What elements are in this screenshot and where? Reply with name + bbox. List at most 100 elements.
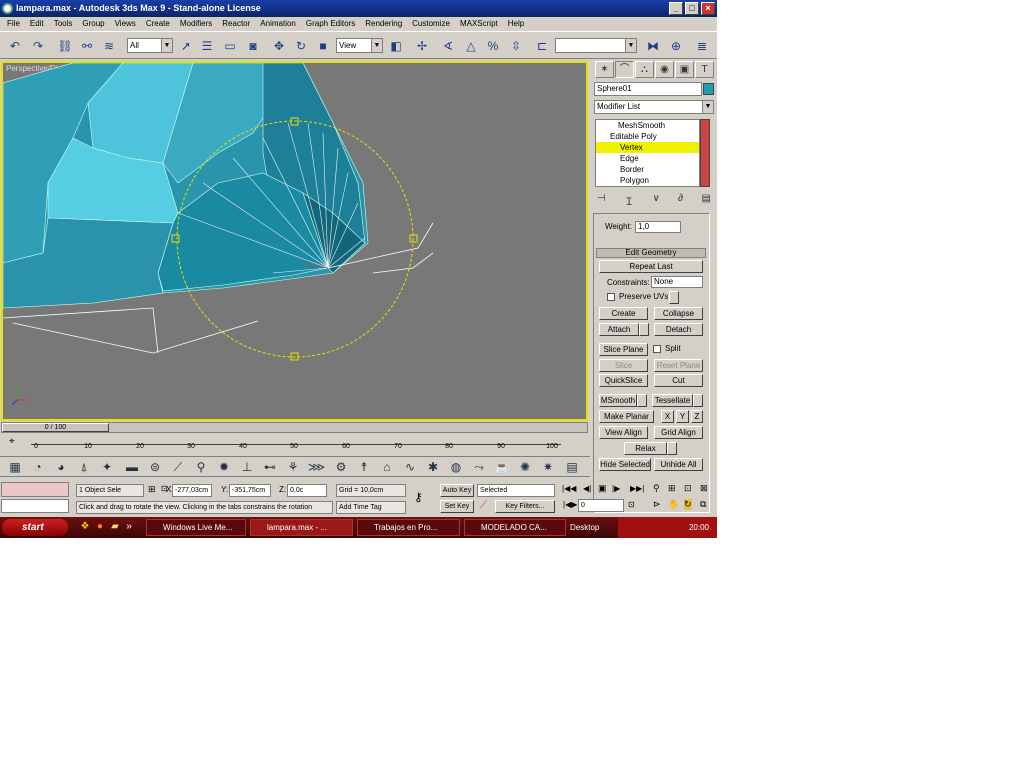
quick-launch-windows-icon[interactable]: ❖ — [79, 521, 91, 533]
display-tab-icon[interactable]: ▣ — [675, 61, 694, 78]
path-icon[interactable]: ⤳ — [471, 459, 487, 475]
stack-item-meshsmooth[interactable]: MeshSmooth — [596, 120, 699, 131]
stack-item-border[interactable]: Border — [596, 164, 699, 175]
curve-editor-icon[interactable]: ⌖ — [9, 436, 15, 447]
pivot-center-icon[interactable]: ◧ — [387, 37, 405, 55]
rollout-title[interactable]: Edit Geometry — [596, 248, 706, 258]
tessellate-button[interactable]: Tessellate — [652, 394, 693, 407]
relax-button[interactable]: Relax — [624, 442, 667, 455]
time-slider[interactable]: 0 / 100 — [1, 422, 588, 433]
collapse-button[interactable]: Collapse — [654, 307, 703, 320]
stack-item-vertex[interactable]: Vertex — [596, 142, 699, 153]
maximize-button[interactable]: □ — [685, 2, 699, 15]
stack-item-polygon[interactable]: Polygon — [596, 175, 699, 186]
object-name-field[interactable]: Sphere01 — [594, 82, 702, 96]
unhide-all-button[interactable]: Unhide All — [654, 458, 703, 471]
select-by-name-icon[interactable]: ☰ — [198, 37, 216, 55]
rectangular-selection-icon[interactable]: ▭ — [221, 37, 239, 55]
quickslice-button[interactable]: QuickSlice — [599, 374, 648, 387]
rotate-icon[interactable]: ↻ — [292, 37, 310, 55]
render-icon[interactable]: ✺ — [517, 459, 533, 475]
tube-icon[interactable]: ⊜ — [147, 459, 163, 475]
edit-named-selection-icon[interactable]: ⊏ — [533, 37, 551, 55]
material-icon[interactable]: ◍ — [448, 459, 464, 475]
current-frame-field[interactable]: 0 — [578, 499, 624, 512]
play-icon[interactable]: ▣ — [598, 483, 607, 494]
modifier-list-select[interactable]: Modifier List ▼ — [594, 100, 714, 114]
sphere-icon[interactable]: ◕ — [53, 459, 69, 475]
task-3ds-max[interactable]: lampara.max - ... — [250, 519, 353, 536]
time-slider-thumb[interactable]: 0 / 100 — [2, 423, 109, 432]
key-filters-button[interactable]: Key Filters... — [495, 500, 555, 513]
z-coord-field[interactable]: 0,0c — [287, 484, 327, 497]
reference-coordinate-select[interactable]: View ▼ — [336, 38, 383, 53]
x-coord-field[interactable]: -277,03cm — [172, 484, 212, 497]
pin-stack-icon[interactable]: ⊣ — [597, 193, 606, 207]
pan-icon[interactable]: ✋ — [668, 499, 679, 510]
spacewarp-icon[interactable]: ⚙ — [333, 459, 349, 475]
hide-selected-button[interactable]: Hide Selected — [599, 458, 651, 471]
quick-launch-more-icon[interactable]: » — [123, 521, 135, 533]
lock-selection-icon[interactable]: ⊞ — [148, 484, 156, 495]
align-icon[interactable]: ⊕ — [667, 37, 685, 55]
task-trabajos[interactable]: Trabajos en Pro... — [357, 519, 460, 536]
reset-plane-button[interactable]: Reset Plane — [654, 359, 703, 372]
stack-item-editable-poly[interactable]: Editable Poly — [596, 131, 699, 142]
make-planar-button[interactable]: Make Planar — [599, 410, 654, 423]
maxscript-listener-mini[interactable] — [1, 482, 69, 497]
auto-key-button[interactable]: Auto Key — [440, 484, 474, 497]
quick-launch-firefox-icon[interactable]: ● — [94, 521, 106, 533]
quick-render-icon[interactable]: ✷ — [540, 459, 556, 475]
menu-animation[interactable]: Animation — [255, 17, 301, 31]
y-coord-field[interactable]: -351,75cm — [229, 484, 271, 497]
menu-maxscript[interactable]: MAXScript — [455, 17, 503, 31]
zoom-icon[interactable]: ⚲ — [653, 483, 660, 494]
key-icon[interactable]: ⚷ — [414, 490, 423, 504]
msmooth-settings-button[interactable] — [637, 394, 647, 407]
menu-group[interactable]: Group — [77, 17, 109, 31]
make-planar-z-button[interactable]: Z — [691, 410, 703, 423]
unlink-icon[interactable]: ⚯ — [78, 37, 96, 55]
grid-align-button[interactable]: Grid Align — [654, 426, 703, 439]
create-button[interactable]: Create — [599, 307, 648, 320]
light-icon[interactable]: ⍋ — [76, 459, 92, 475]
arc-rotate-icon[interactable]: ↻ — [684, 499, 692, 510]
maxscript-input[interactable] — [1, 499, 69, 513]
configure-modifier-sets-icon[interactable]: ▤ — [702, 193, 711, 207]
helix-icon[interactable]: ⚘ — [285, 459, 301, 475]
redo-icon[interactable]: ↷ — [29, 37, 47, 55]
modify-tab-icon[interactable]: ⌒ — [615, 61, 634, 78]
layer-manager-icon[interactable]: ≣ — [693, 37, 711, 55]
gear-icon[interactable]: ✹ — [216, 459, 232, 475]
star-icon[interactable]: ✦ — [99, 459, 115, 475]
zoom-all-icon[interactable]: ⊞ — [668, 483, 676, 494]
stack-item-edge[interactable]: Edge — [596, 153, 699, 164]
split-checkbox[interactable] — [653, 345, 661, 353]
msmooth-button[interactable]: MSmooth — [599, 394, 637, 407]
perspective-viewport[interactable]: Perspective/Disabled — [1, 61, 588, 421]
stack-scrollbar[interactable] — [700, 119, 710, 187]
menu-graph-editors[interactable]: Graph Editors — [301, 17, 360, 31]
box-icon[interactable]: ▦ — [7, 459, 23, 475]
select-and-manipulate-icon[interactable]: ✢ — [413, 37, 431, 55]
zoom-extents-icon[interactable]: ⊡ — [684, 483, 692, 494]
helper-icon[interactable]: ⌂ — [379, 459, 395, 475]
previous-frame-icon[interactable]: ◀| — [583, 484, 591, 493]
selection-filter-select[interactable]: All ▼ — [127, 38, 173, 53]
key-mode-toggle-icon[interactable]: |◀▶ — [563, 500, 577, 509]
teapot-icon[interactable]: ☕ — [494, 459, 510, 475]
remove-modifier-icon[interactable]: ∂ — [678, 193, 683, 207]
create-tab-icon[interactable]: ✶ — [595, 61, 614, 78]
cut-button[interactable]: Cut — [654, 374, 703, 387]
track-bar[interactable]: ⌖ 0 10 20 30 40 50 60 70 80 90 100 — [1, 434, 588, 454]
cylinder-icon[interactable]: ▬ — [124, 459, 140, 475]
scale-icon[interactable]: ■ — [314, 37, 332, 55]
select-object-icon[interactable]: ➚ — [177, 37, 195, 55]
particle-icon[interactable]: ⋙ — [308, 459, 325, 475]
geosphere-icon[interactable]: ⊷ — [262, 459, 278, 475]
menu-customize[interactable]: Customize — [407, 17, 455, 31]
mirror-icon[interactable]: ⧓ — [644, 37, 662, 55]
menu-views[interactable]: Views — [110, 17, 141, 31]
menu-reactor[interactable]: Reactor — [217, 17, 255, 31]
constraints-select[interactable]: None — [651, 276, 703, 288]
